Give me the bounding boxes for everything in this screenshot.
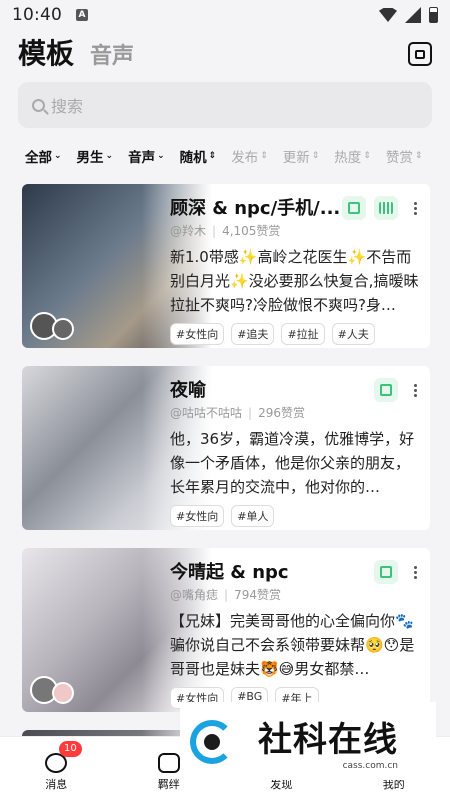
expand-icon	[380, 566, 392, 578]
expand-button[interactable]	[374, 378, 398, 402]
expand-icon	[348, 202, 360, 214]
template-card[interactable]: 今晴起 & npc @嘴角痣 | 794赞赏 【兄妹】完美哥哥他的心全偏向你🐾骗你说…	[22, 548, 430, 712]
nav-label: 消息	[45, 778, 68, 791]
tag[interactable]: #拉扯	[281, 323, 325, 345]
card-author[interactable]: @咕咕不咕咕	[170, 406, 242, 420]
filter-publish[interactable]: 发布 ⇕	[231, 146, 268, 166]
avatar[interactable]	[52, 682, 74, 704]
watermark-logo-icon	[188, 714, 250, 768]
audio-wave-icon	[379, 202, 393, 214]
nav-messages[interactable]: 10 消息	[0, 737, 113, 800]
card-author[interactable]: @嘴角痣	[170, 588, 218, 602]
sort-icon: ⇕	[414, 151, 423, 161]
tag[interactable]: #人夫	[331, 323, 375, 345]
watermark: 社科在线 cass.com.cn	[180, 702, 436, 780]
expand-button[interactable]	[342, 196, 366, 220]
more-button[interactable]	[406, 560, 424, 584]
filter-appreciate[interactable]: 赞赏 ⇕	[386, 146, 423, 166]
card-likes: 4,105赞赏	[222, 224, 281, 238]
chevron-down-icon: ⌄	[105, 151, 114, 161]
nav-label: 羁绊	[157, 778, 180, 791]
search-input[interactable]: 搜索	[18, 82, 432, 128]
search-icon	[32, 98, 45, 112]
search-placeholder: 搜索	[51, 97, 84, 116]
filter-update[interactable]: 更新 ⇕	[283, 146, 320, 166]
template-icon	[415, 49, 425, 59]
wifi-icon	[379, 8, 397, 22]
filter-hot[interactable]: 热度 ⇕	[334, 146, 371, 166]
watermark-url: cass.com.cn	[342, 760, 398, 771]
card-actions	[374, 560, 424, 584]
more-button[interactable]	[406, 196, 424, 220]
filter-bar: 全部 ⌄ 男生 ⌄ 音声 ⌄ 随机 ⇕ 发布 ⇕ 更新 ⇕ 热度 ⇕ 赞赏 ⇕	[25, 146, 440, 166]
chevron-down-icon: ⌄	[54, 151, 62, 161]
card-likes: 296赞赏	[258, 406, 305, 420]
sort-icon: ⇕	[311, 151, 320, 161]
card-likes: 794赞赏	[234, 588, 281, 602]
more-icon	[413, 383, 417, 387]
template-manage-button[interactable]	[408, 42, 432, 66]
sim-indicator-icon: A	[76, 9, 88, 21]
card-actions	[374, 378, 424, 402]
card-actions	[342, 196, 424, 220]
header: 模板 音声	[18, 32, 432, 72]
tag[interactable]: #女性向	[170, 323, 225, 345]
battery-icon	[429, 7, 438, 23]
tag[interactable]: #单人	[231, 505, 275, 527]
filter-male[interactable]: 男生 ⌄	[77, 146, 114, 166]
card-tags: #女性向 #单人	[170, 505, 420, 527]
card-author[interactable]: @羚木	[170, 224, 206, 238]
expand-button[interactable]	[374, 560, 398, 584]
card-meta: @嘴角痣 | 794赞赏	[170, 588, 281, 602]
template-card[interactable]: 顾深 & npc/手机/... @羚木 | 4,105赞赏 新1.0带感✨高岭之花医…	[22, 184, 430, 348]
avatar[interactable]	[52, 318, 74, 340]
watermark-name: 社科在线	[258, 719, 398, 760]
signal-icon	[405, 7, 421, 23]
expand-icon	[380, 384, 392, 396]
card-description: 新1.0带感✨高岭之花医生✨不告而别白月光✨没必要那么快复合,搞暧昧拉扯不爽吗?…	[170, 248, 419, 314]
tab-templates[interactable]: 模板	[18, 32, 74, 72]
tag[interactable]: #追夫	[231, 323, 275, 345]
card-tags: #女性向 #追夫 #拉扯 #人夫	[170, 323, 420, 345]
more-icon	[413, 565, 417, 569]
sort-icon: ⇕	[260, 151, 268, 161]
filter-all[interactable]: 全部 ⌄	[25, 146, 62, 166]
filter-random[interactable]: 随机 ⇕	[180, 146, 217, 166]
filter-audio[interactable]: 音声 ⌄	[128, 146, 165, 166]
template-card[interactable]: 夜喻 @咕咕不咕咕 | 296赞赏 他，36岁，霸道冷漠，优雅博学，好像一个矛盾体，…	[22, 366, 430, 530]
more-button[interactable]	[406, 378, 424, 402]
chevron-down-icon: ⌄	[157, 151, 165, 161]
card-description: 他，36岁，霸道冷漠，优雅博学，好像一个矛盾体，他是你父亲的朋友，长年累月的交流…	[170, 430, 415, 496]
users-icon	[157, 753, 180, 773]
card-meta: @羚木 | 4,105赞赏	[170, 224, 281, 238]
unread-badge: 10	[59, 741, 82, 757]
card-description: 【兄妹】完美哥哥他的心全偏向你🐾骗你说自己不会系领带要妹帮🥺😯是哥哥也是妹夫🐯😅…	[170, 612, 415, 678]
audio-button[interactable]	[374, 196, 398, 220]
tab-audio[interactable]: 音声	[90, 38, 134, 70]
card-meta: @咕咕不咕咕 | 296赞赏	[170, 406, 305, 420]
more-icon	[413, 201, 417, 205]
status-bar: 10:40 A	[0, 0, 450, 30]
sort-icon: ⇕	[363, 151, 371, 161]
tag[interactable]: #女性向	[170, 505, 225, 527]
sort-icon: ⇕	[208, 151, 217, 161]
status-time: 10:40	[12, 5, 62, 25]
